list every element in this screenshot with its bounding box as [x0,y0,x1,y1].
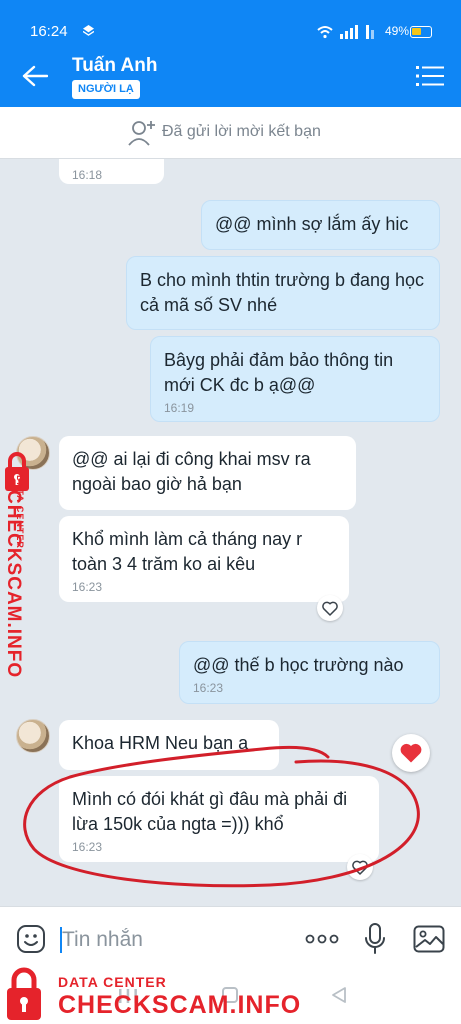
message-time: 16:23 [72,580,103,594]
message-text: B cho mình thtin trường b đang học cả mã… [140,270,425,315]
reaction-heart[interactable] [392,734,430,772]
watermark-vertical: DATA CENTER CHECKSCAM.INFO [3,475,25,678]
nav-back-icon[interactable] [330,986,348,1004]
message-input-bar [0,906,461,970]
react-button[interactable] [317,595,343,621]
watermark-big-text: CHECKSCAM.INFO [58,991,302,1019]
microphone-icon[interactable] [364,923,386,955]
chat-header: Tuấn Anh NGƯỜI LẠ [0,45,461,107]
message-text: @@ thế b học trường nào [193,655,404,675]
heart-filled-icon [400,743,422,763]
watermark-big-text: CHECKSCAM.INFO [3,490,24,679]
battery-icon [410,26,432,38]
react-button[interactable] [347,854,373,880]
more-dots-icon[interactable] [304,929,340,949]
message-time: 16:18 [72,168,103,182]
emoji-icon[interactable] [16,924,46,954]
message-bubble[interactable]: 16:18 [59,159,164,184]
battery-percent: 49% [385,24,410,38]
message-text: Khoa HRM Neu bạn ạ [72,733,249,753]
message-input[interactable] [62,925,292,955]
contact-name[interactable]: Tuấn Anh [72,55,157,77]
message-time: 16:19 [164,401,195,415]
add-friend-icon [128,121,155,146]
friend-request-text: Đã gửi lời mời kết bạn [162,123,321,140]
heart-outline-icon [352,860,368,875]
message-bubble[interactable]: Khoa HRM Neu bạn ạ [59,720,279,770]
contact-avatar[interactable] [16,719,50,753]
message-text: @@ mình sợ lắm ấy hic [215,214,409,234]
message-text: Khổ mình làm cả tháng nay r toàn 3 4 tră… [72,529,303,574]
message-list[interactable]: 16:18 @@ mình sợ lắm ấy hic B cho mình t… [0,159,461,906]
message-text: Mình có đói khát gì đâu mà phải đi lừa 1… [72,789,348,834]
message-bubble[interactable]: @@ mình sợ lắm ấy hic [201,200,440,250]
message-bubble[interactable]: @@ ai lại đi công khai msv ra ngoài bao … [59,436,356,510]
menu-icon[interactable] [416,65,444,87]
message-bubble[interactable]: Bâyg phải đảm bảo thông tin mới CK đc b … [150,336,440,422]
message-bubble[interactable]: Mình có đói khát gì đâu mà phải đi lừa 1… [59,776,379,862]
image-icon[interactable] [413,925,445,953]
back-arrow-icon[interactable] [22,65,48,87]
heart-outline-icon [322,601,338,616]
status-time: 16:24 [30,23,68,40]
message-text: @@ ai lại đi công khai msv ra ngoài bao … [72,449,311,494]
message-time: 16:23 [193,681,224,695]
message-text: Bâyg phải đảm bảo thông tin mới CK đc b … [164,350,394,395]
watermark-bottom: DATA CENTER CHECKSCAM.INFO [58,974,301,1020]
message-bubble[interactable]: Khổ mình làm cả tháng nay r toàn 3 4 tră… [59,516,349,602]
message-bubble[interactable]: B cho mình thtin trường b đang học cả mã… [126,256,440,330]
notification-icon [83,25,94,36]
message-time: 16:23 [72,840,103,854]
signal-icon [317,25,374,39]
friend-request-bar: Đã gửi lời mời kết bạn [0,107,461,159]
watermark-small-text: DATA CENTER [58,974,167,990]
stranger-badge: NGƯỜI LẠ [72,80,140,99]
lock-logo-icon [7,967,41,1020]
status-bar: 16:24 49% [0,0,461,45]
message-bubble[interactable]: @@ thế b học trường nào 16:23 [179,641,440,704]
